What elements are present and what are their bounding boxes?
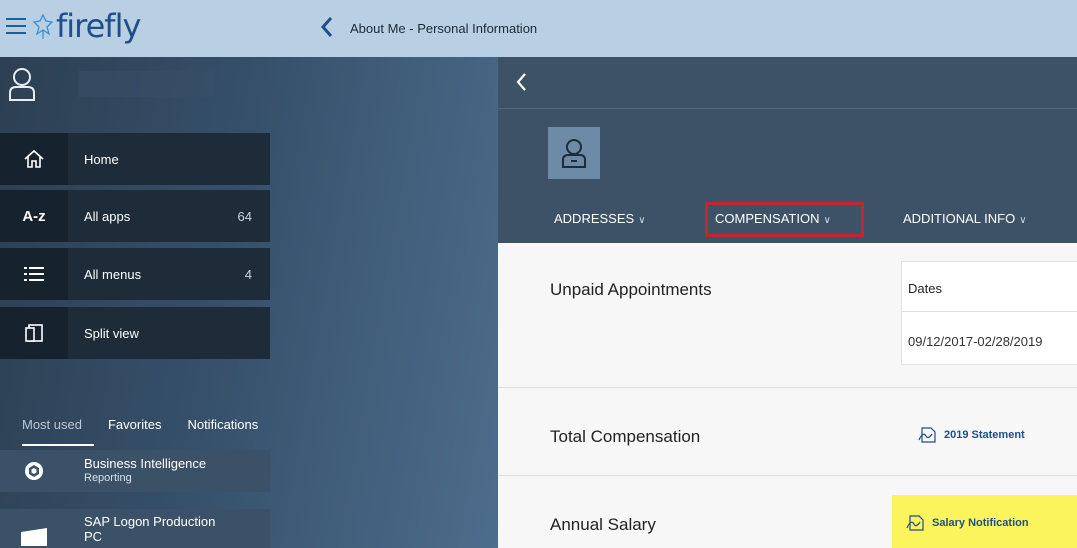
employee-avatar-icon (562, 139, 586, 168)
total-compensation-label: Total Compensation (550, 427, 701, 446)
employee-avatar[interactable] (548, 127, 600, 179)
statement-link-text: 2019 Statement (944, 429, 1025, 441)
app-subtitle: Reporting (84, 472, 132, 484)
dates-header-cell: Dates (902, 262, 1077, 312)
menu-all-menus[interactable]: All menus 4 (0, 248, 270, 300)
app-business-intelligence[interactable]: Business Intelligence Reporting (0, 450, 270, 492)
tab-additional-info[interactable]: ADDITIONAL INFO ∨ (903, 211, 1027, 226)
az-icon: A-z (0, 190, 68, 242)
chevron-down-icon: ∨ (1019, 215, 1027, 226)
user-avatar-icon[interactable] (8, 67, 36, 101)
statement-link[interactable]: 2019 Statement (918, 427, 1025, 443)
unpaid-appointments-label: Unpaid Appointments (550, 280, 712, 299)
firefly-logo-icon (32, 13, 54, 39)
row-separator (498, 387, 1077, 388)
list-icon (0, 248, 68, 300)
user-name-redacted (78, 71, 214, 97)
row-separator (498, 475, 1077, 476)
active-tab-underline (22, 444, 94, 446)
tab-notifications[interactable]: Notifications (187, 417, 258, 432)
tab-addresses[interactable]: ADDRESSES ∨ (554, 211, 646, 226)
back-chevron-icon[interactable] (514, 71, 528, 93)
menu-home[interactable]: Home (0, 133, 270, 185)
section-tabs: ADDRESSES ∨ COMPENSATION ∨ ADDITIONAL INFO… (498, 199, 1077, 243)
pdf-document-icon (918, 427, 936, 443)
all-menus-count: 4 (244, 266, 252, 282)
firefly-logo[interactable]: firefly (32, 7, 141, 45)
menu-home-label: Home (84, 151, 119, 167)
chevron-down-icon: ∨ (638, 215, 646, 226)
sidebar-tabs: Most used Favorites Notifications (22, 409, 270, 439)
compensation-content: Unpaid Appointments Dates 09/12/2017-02/… (498, 243, 1077, 548)
tab-addresses-label: ADDRESSES (554, 211, 635, 226)
dates-header: Dates (908, 281, 942, 296)
tab-most-used[interactable]: Most used (22, 417, 82, 432)
app-subtitle: PC (84, 528, 103, 544)
all-apps-count: 64 (237, 208, 252, 224)
app-sap-logon[interactable]: SAP Logon Production PC (0, 509, 270, 548)
tab-favorites[interactable]: Favorites (108, 417, 161, 432)
menu-split-view-label: Split view (84, 325, 139, 341)
launchpad-sidebar: Home A-z All apps 64 All menus 4 Split v… (0, 57, 498, 548)
compensation-highlight-box (705, 202, 864, 237)
top-bar: firefly About Me - Personal Information (0, 0, 1077, 57)
logo-text: firefly (56, 7, 141, 45)
unpaid-dates-table: Dates 09/12/2017-02/28/2019 (901, 261, 1077, 365)
page-title: About Me - Personal Information (350, 21, 538, 36)
annual-salary-label: Annual Salary (550, 515, 656, 534)
tab-additional-info-label: ADDITIONAL INFO (903, 211, 1016, 226)
sap-logon-icon (0, 508, 68, 548)
dates-value: 09/12/2017-02/28/2019 (908, 334, 1043, 349)
menu-split-view[interactable]: Split view (0, 307, 270, 359)
header-divider (498, 108, 1077, 109)
hamburger-menu-icon[interactable] (6, 18, 26, 36)
salary-notification-link[interactable]: Salary Notification (906, 515, 1029, 531)
app-title: Business Intelligence (84, 456, 207, 471)
cube-icon (0, 450, 68, 492)
menu-all-menus-label: All menus (84, 266, 142, 282)
profile-header: ADDRESSES ∨ COMPENSATION ∨ ADDITIONAL INFO… (498, 57, 1077, 243)
pdf-document-icon (906, 515, 924, 531)
menu-all-apps-label: All apps (84, 208, 131, 224)
menu-all-apps[interactable]: A-z All apps 64 (0, 190, 270, 242)
back-chevron-icon[interactable] (318, 14, 336, 40)
salary-notification-text: Salary Notification (932, 517, 1029, 529)
app-title: SAP Logon Production (84, 513, 216, 529)
home-icon (0, 133, 68, 185)
split-view-icon (0, 307, 68, 359)
az-glyph: A-z (22, 207, 46, 225)
